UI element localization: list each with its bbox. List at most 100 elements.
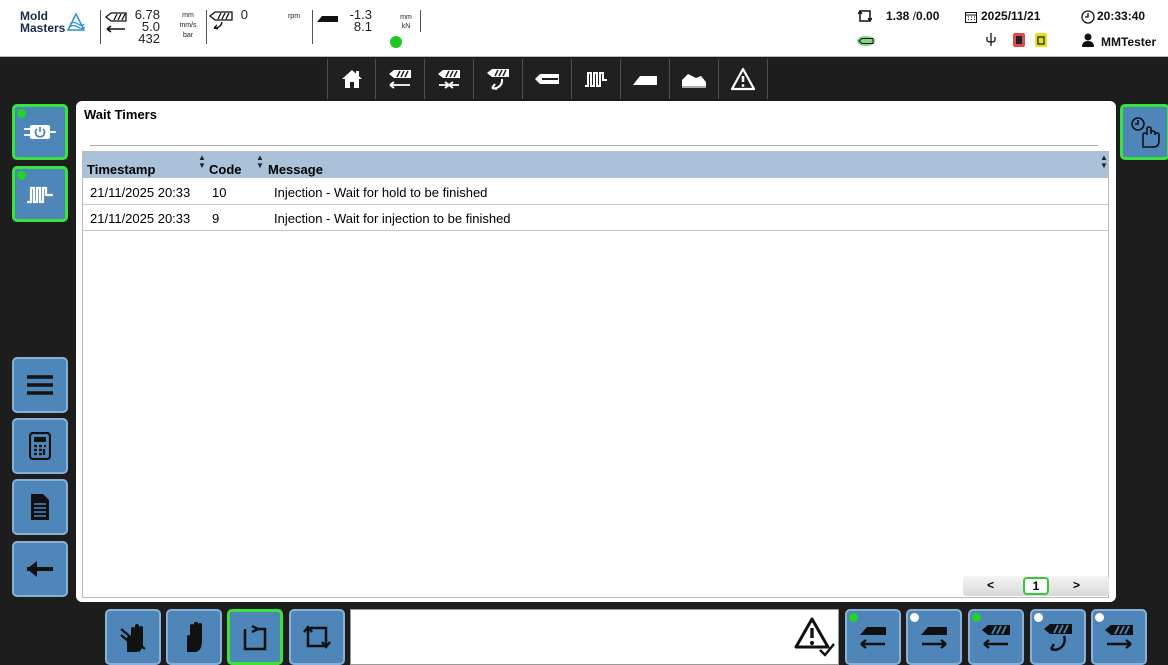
- carriage-backward-icon: [921, 627, 947, 649]
- unit-bar: bar: [182, 32, 194, 39]
- user-icon: [1082, 33, 1094, 47]
- status-header: Mold Masters 6.78 5.0 432 mm mm/s bar 0 …: [0, 0, 1168, 57]
- time-value: 20:33:40: [1097, 9, 1146, 23]
- cycle-time-last: 1.38: [886, 9, 910, 23]
- manual-timer-button[interactable]: [1120, 104, 1168, 160]
- injection-pressure-value: 432: [138, 31, 160, 46]
- table-header: Timestamp ▲ ▼ Code ▲ ▼ Message ▲ ▼: [83, 152, 1108, 178]
- cell-message: Injection - Wait for hold to be finished: [274, 185, 488, 200]
- top-toolbar: [327, 59, 768, 99]
- hand-icon: [187, 622, 202, 652]
- home-button[interactable]: [327, 59, 376, 99]
- screw-recovery-button[interactable]: [474, 59, 523, 99]
- inactive-indicator: [910, 613, 919, 622]
- injection-backward-button[interactable]: [1091, 609, 1147, 665]
- document-icon: [31, 494, 49, 520]
- logo-line-2: Masters: [20, 21, 66, 35]
- warning-icon: [730, 67, 756, 91]
- back-button[interactable]: [12, 541, 68, 597]
- screw-rotation-icon: [1044, 624, 1072, 652]
- cycle-time-current: 0.00: [916, 9, 940, 23]
- cell-timestamp: 21/11/2025 20:33: [90, 185, 191, 200]
- semi-auto-mode-button[interactable]: [227, 609, 283, 665]
- carriage-forward-button[interactable]: [845, 609, 901, 665]
- nozzle-icon: [535, 74, 559, 84]
- semi-auto-cycle-icon: [243, 624, 267, 651]
- heaters-toggle-button[interactable]: [12, 166, 68, 222]
- column-header-timestamp[interactable]: Timestamp: [87, 162, 155, 177]
- sort-icon[interactable]: ▲ ▼: [198, 154, 206, 170]
- next-page-button[interactable]: >: [1073, 578, 1080, 592]
- sort-icon[interactable]: ▲ ▼: [1100, 154, 1108, 170]
- injection-hold-button[interactable]: [425, 59, 474, 99]
- injection-retract-button[interactable]: [376, 59, 425, 99]
- header-separator: [206, 10, 207, 44]
- nozzle-button[interactable]: [523, 59, 572, 99]
- setup-mode-button[interactable]: [105, 609, 161, 665]
- status-ok-indicator: [390, 36, 402, 48]
- screw-rpm-value: 0: [240, 7, 248, 22]
- setup-hand-icon: [120, 624, 146, 652]
- auto-cycle-icon: [303, 625, 331, 649]
- pagination: < 1 >: [963, 576, 1109, 596]
- carriage-backward-button[interactable]: [906, 609, 962, 665]
- calendar-icon: [965, 12, 977, 23]
- unit-mm: mm: [182, 12, 194, 19]
- injection-backward-icon: [1105, 625, 1133, 649]
- page-title: Wait Timers: [84, 107, 157, 122]
- storage-yellow-icon: [1035, 33, 1047, 47]
- cycle-icon: [858, 9, 872, 23]
- auto-mode-button[interactable]: [289, 609, 345, 665]
- arrow-left-icon: [27, 561, 53, 577]
- profile-chart-icon: [682, 74, 706, 88]
- inactive-indicator: [1034, 613, 1043, 622]
- wait-timers-panel: Wait Timers Timestamp ▲ ▼ Code ▲ ▼ Message…: [76, 101, 1116, 602]
- cycle-time-values: 1.38 /0.00: [886, 9, 939, 23]
- injection-forward-icon: [982, 625, 1010, 649]
- timer-hand-icon: [1131, 117, 1160, 148]
- unit-mm: mm: [400, 14, 412, 21]
- injection-status-icon: [857, 36, 875, 46]
- screw-rotation-icon: [487, 69, 509, 90]
- usb-icon: [986, 33, 996, 46]
- calculator-button[interactable]: [12, 418, 68, 474]
- table-row[interactable]: 21/11/2025 20:33 9 Injection - Wait for …: [83, 205, 1108, 231]
- title-divider: [90, 145, 1098, 146]
- home-icon: [341, 70, 362, 88]
- heater-band-icon: [585, 72, 607, 87]
- column-header-message[interactable]: Message: [268, 162, 323, 177]
- manual-mode-button[interactable]: [166, 609, 222, 665]
- sort-icon[interactable]: ▲ ▼: [256, 154, 264, 170]
- cell-timestamp: 21/11/2025 20:33: [90, 211, 191, 226]
- motor-power-icon: [24, 125, 56, 139]
- clock-icon: [1081, 10, 1095, 24]
- alarms-button[interactable]: [719, 59, 768, 99]
- carriage-forward-icon: [860, 627, 886, 649]
- wait-timers-table: Timestamp ▲ ▼ Code ▲ ▼ Message ▲ ▼ 21/11/20…: [82, 151, 1109, 598]
- carriage-button[interactable]: [621, 59, 670, 99]
- column-header-code[interactable]: Code: [209, 162, 242, 177]
- carriage-icon: [633, 76, 657, 85]
- mold-masters-logo: Mold Masters: [20, 10, 65, 34]
- date-value: 2025/11/21: [981, 9, 1041, 23]
- profile-button[interactable]: [670, 59, 719, 99]
- injection-forward-button[interactable]: [968, 609, 1024, 665]
- heating-button[interactable]: [572, 59, 621, 99]
- previous-page-button[interactable]: <: [987, 578, 994, 592]
- sd-card-red-icon: [1013, 33, 1025, 47]
- cell-code: 9: [212, 211, 220, 226]
- screw-recovery-manual-button[interactable]: [1030, 609, 1086, 665]
- alarm-acknowledge-icon: [794, 617, 835, 657]
- active-indicator: [849, 613, 858, 622]
- document-button[interactable]: [12, 479, 68, 535]
- active-indicator: [972, 613, 981, 622]
- unit-rpm: rpm: [287, 13, 301, 20]
- injection-hold-icon: [438, 70, 460, 89]
- motor-power-button[interactable]: [12, 104, 68, 160]
- table-row[interactable]: 21/11/2025 20:33 10 Injection - Wait for…: [83, 179, 1108, 205]
- heater-band-icon: [27, 186, 53, 204]
- current-page-button[interactable]: 1: [1023, 577, 1049, 595]
- menu-button[interactable]: [12, 357, 68, 413]
- alarm-message-box[interactable]: [350, 609, 839, 665]
- header-separator: [312, 10, 313, 44]
